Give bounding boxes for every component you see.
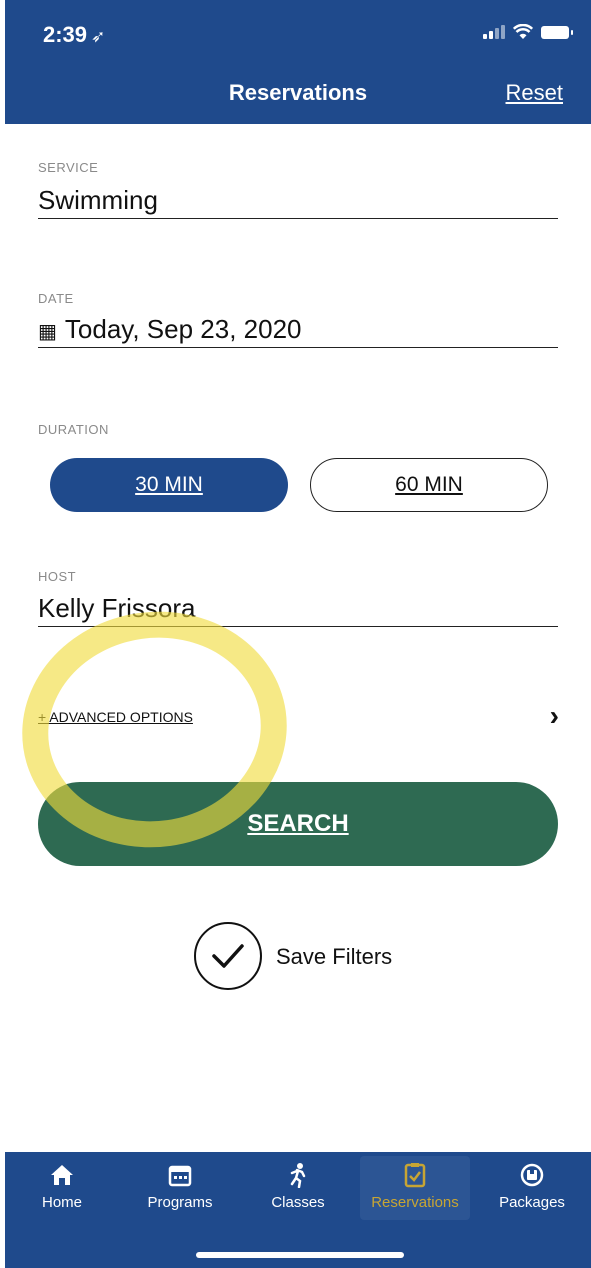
signal-icon xyxy=(483,25,505,39)
save-filters-label: Save Filters xyxy=(276,944,393,969)
calendar-icon: ▦ xyxy=(38,321,57,343)
tab-packages[interactable]: Packages xyxy=(477,1162,587,1211)
duration-60-min-button[interactable]: 60 MIN xyxy=(310,458,548,512)
status-icons xyxy=(483,24,573,40)
save-filters-checkbox[interactable] xyxy=(194,922,262,990)
tab-packages-label: Packages xyxy=(499,1194,565,1211)
service-label: SERVICE xyxy=(38,160,99,175)
page-title: Reservations xyxy=(228,80,368,105)
tab-home[interactable]: Home xyxy=(7,1162,117,1211)
location-arrow-icon: ➶ xyxy=(91,27,106,46)
reset-button[interactable]: Reset xyxy=(506,80,563,106)
app-header: 2:39 ➶ Reservations Reset xyxy=(5,0,591,124)
tab-classes[interactable]: Classes xyxy=(243,1162,353,1211)
wifi-icon xyxy=(513,24,533,39)
service-field[interactable]: Swimming xyxy=(38,185,558,219)
tab-reservations[interactable]: Reservations xyxy=(360,1162,470,1211)
tab-programs-label: Programs xyxy=(147,1194,213,1211)
chevron-right-icon[interactable]: › xyxy=(550,700,559,732)
tab-classes-label: Classes xyxy=(271,1194,325,1211)
checkmark-icon xyxy=(212,944,244,968)
status-time: 2:39 ➶ xyxy=(43,22,106,47)
package-icon xyxy=(477,1162,587,1194)
bottom-tab-bar: Home Programs Classes Reservations Packa… xyxy=(5,1152,591,1268)
date-field[interactable]: ▦ Today, Sep 23, 2020 xyxy=(38,314,558,348)
tab-programs[interactable]: Programs xyxy=(125,1162,235,1211)
calendar-icon xyxy=(125,1162,235,1194)
home-icon xyxy=(7,1162,117,1194)
home-indicator[interactable] xyxy=(196,1252,404,1258)
tab-reservations-label: Reservations xyxy=(371,1194,459,1211)
duration-label: DURATION xyxy=(38,422,109,437)
date-value: Today, Sep 23, 2020 xyxy=(64,314,302,344)
date-label: DATE xyxy=(38,291,74,306)
runner-icon xyxy=(243,1162,353,1194)
tab-home-label: Home xyxy=(41,1194,82,1211)
duration-30-min-button[interactable]: 30 MIN xyxy=(50,458,288,512)
host-label: HOST xyxy=(38,569,77,584)
battery-icon xyxy=(541,25,573,39)
clipboard-check-icon xyxy=(360,1162,470,1194)
